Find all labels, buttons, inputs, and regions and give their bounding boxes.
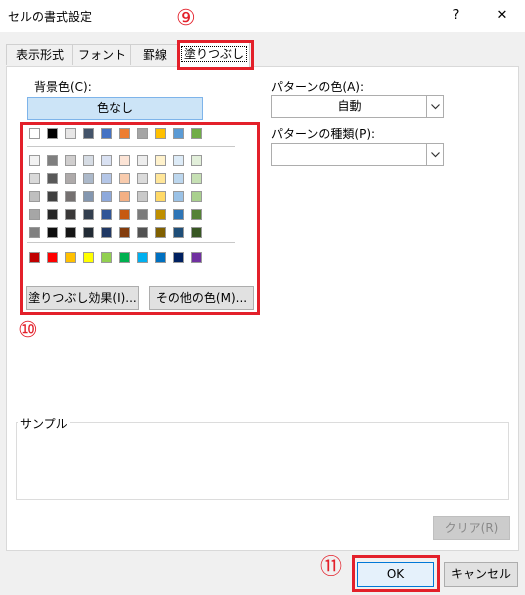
theme-shade-swatch[interactable] — [65, 173, 76, 184]
theme-shade-swatch[interactable] — [29, 173, 40, 184]
theme-shade-swatch[interactable] — [155, 227, 166, 238]
marker-9: ⑨ — [176, 6, 196, 31]
palette-separator — [27, 146, 235, 147]
theme-shade-swatch[interactable] — [191, 173, 202, 184]
theme-shade-swatch[interactable] — [155, 209, 166, 220]
theme-shade-swatch[interactable] — [173, 155, 184, 166]
theme-shade-swatch[interactable] — [65, 191, 76, 202]
palette-separator — [27, 242, 235, 243]
theme-shade-swatch[interactable] — [29, 227, 40, 238]
standard-color-swatch[interactable] — [173, 252, 184, 263]
theme-shade-swatch[interactable] — [83, 209, 94, 220]
theme-shade-swatch[interactable] — [119, 173, 130, 184]
theme-color-swatch[interactable] — [83, 128, 94, 139]
theme-color-swatch[interactable] — [47, 128, 58, 139]
chevron-down-icon — [426, 144, 443, 165]
help-button[interactable]: ? — [440, 4, 472, 28]
theme-shade-swatch[interactable] — [137, 209, 148, 220]
clear-button[interactable]: クリア(R) — [433, 516, 510, 540]
theme-shade-swatch[interactable] — [83, 227, 94, 238]
tab-fill-label: 塗りつぶし — [180, 46, 248, 62]
theme-shade-swatch[interactable] — [191, 191, 202, 202]
standard-color-swatch[interactable] — [137, 252, 148, 263]
theme-shade-swatch[interactable] — [173, 227, 184, 238]
tab-border[interactable]: 罫線 — [130, 44, 180, 65]
theme-shade-swatch[interactable] — [119, 209, 130, 220]
theme-shade-swatch[interactable] — [137, 155, 148, 166]
theme-shade-swatch[interactable] — [29, 191, 40, 202]
theme-color-swatch[interactable] — [191, 128, 202, 139]
fill-effects-button[interactable]: 塗りつぶし効果(I)... — [26, 286, 139, 310]
standard-color-swatch[interactable] — [47, 252, 58, 263]
standard-color-swatch[interactable] — [119, 252, 130, 263]
sample-box — [16, 422, 509, 500]
theme-shade-swatch[interactable] — [137, 191, 148, 202]
standard-color-swatch[interactable] — [191, 252, 202, 263]
sample-label: サンプル — [18, 415, 70, 432]
theme-shade-swatch[interactable] — [47, 227, 58, 238]
theme-shade-swatch[interactable] — [101, 155, 112, 166]
theme-shade-swatch[interactable] — [173, 209, 184, 220]
theme-shade-swatch[interactable] — [119, 227, 130, 238]
theme-shade-swatch[interactable] — [47, 191, 58, 202]
theme-shade-swatch[interactable] — [173, 191, 184, 202]
tab-font[interactable]: フォント — [72, 44, 132, 65]
theme-shade-swatch[interactable] — [101, 209, 112, 220]
theme-shade-swatch[interactable] — [47, 173, 58, 184]
theme-color-swatch[interactable] — [137, 128, 148, 139]
standard-color-swatch[interactable] — [155, 252, 166, 263]
theme-shade-swatch[interactable] — [137, 173, 148, 184]
theme-color-swatch[interactable] — [173, 128, 184, 139]
theme-shade-swatch[interactable] — [65, 209, 76, 220]
pattern-style-select[interactable] — [271, 143, 444, 166]
theme-shade-swatch[interactable] — [155, 155, 166, 166]
theme-shade-swatch[interactable] — [83, 191, 94, 202]
background-color-label: 背景色(C): — [34, 80, 92, 94]
theme-shade-swatch[interactable] — [65, 227, 76, 238]
theme-shade-swatch[interactable] — [29, 209, 40, 220]
pattern-color-select[interactable]: 自動 — [271, 95, 444, 118]
window-title: セルの書式設定 — [8, 10, 93, 24]
theme-shade-swatch[interactable] — [29, 155, 40, 166]
theme-shade-swatch[interactable] — [83, 173, 94, 184]
theme-shade-swatch[interactable] — [47, 209, 58, 220]
theme-shade-swatch[interactable] — [65, 155, 76, 166]
theme-shade-swatch[interactable] — [155, 173, 166, 184]
theme-shade-swatch[interactable] — [155, 191, 166, 202]
theme-shade-swatch[interactable] — [191, 227, 202, 238]
theme-color-swatch[interactable] — [101, 128, 112, 139]
theme-shade-swatch[interactable] — [101, 191, 112, 202]
theme-shade-swatch[interactable] — [47, 155, 58, 166]
theme-shade-swatch[interactable] — [119, 155, 130, 166]
standard-color-swatch[interactable] — [65, 252, 76, 263]
no-color-button[interactable]: 色なし — [27, 97, 203, 120]
theme-shade-swatch[interactable] — [137, 227, 148, 238]
marker-10: ⑩ — [18, 318, 38, 343]
ok-button[interactable]: OK — [357, 562, 434, 587]
close-icon[interactable]: ✕ — [486, 4, 518, 28]
more-colors-button[interactable]: その他の色(M)... — [149, 286, 254, 310]
theme-shade-swatch[interactable] — [101, 173, 112, 184]
theme-shade-swatch[interactable] — [191, 155, 202, 166]
theme-color-swatch[interactable] — [65, 128, 76, 139]
chevron-down-icon — [426, 96, 443, 117]
pattern-color-label: パターンの色(A): — [271, 80, 365, 94]
theme-shade-swatch[interactable] — [119, 191, 130, 202]
pattern-color-value: 自動 — [337, 99, 362, 113]
theme-color-swatch[interactable] — [29, 128, 40, 139]
theme-shade-swatch[interactable] — [101, 227, 112, 238]
marker-11: ⑪ — [320, 555, 343, 580]
standard-color-swatch[interactable] — [83, 252, 94, 263]
tab-number-format[interactable]: 表示形式 — [6, 44, 74, 65]
theme-shade-swatch[interactable] — [83, 155, 94, 166]
theme-shade-swatch[interactable] — [191, 209, 202, 220]
standard-color-swatch[interactable] — [29, 252, 40, 263]
theme-shade-swatch[interactable] — [173, 173, 184, 184]
theme-color-swatch[interactable] — [155, 128, 166, 139]
theme-color-swatch[interactable] — [119, 128, 130, 139]
tab-fill[interactable]: 塗りつぶし — [178, 40, 250, 67]
pattern-style-label: パターンの種類(P): — [271, 127, 376, 141]
standard-color-swatch[interactable] — [101, 252, 112, 263]
cancel-button[interactable]: キャンセル — [444, 562, 518, 587]
